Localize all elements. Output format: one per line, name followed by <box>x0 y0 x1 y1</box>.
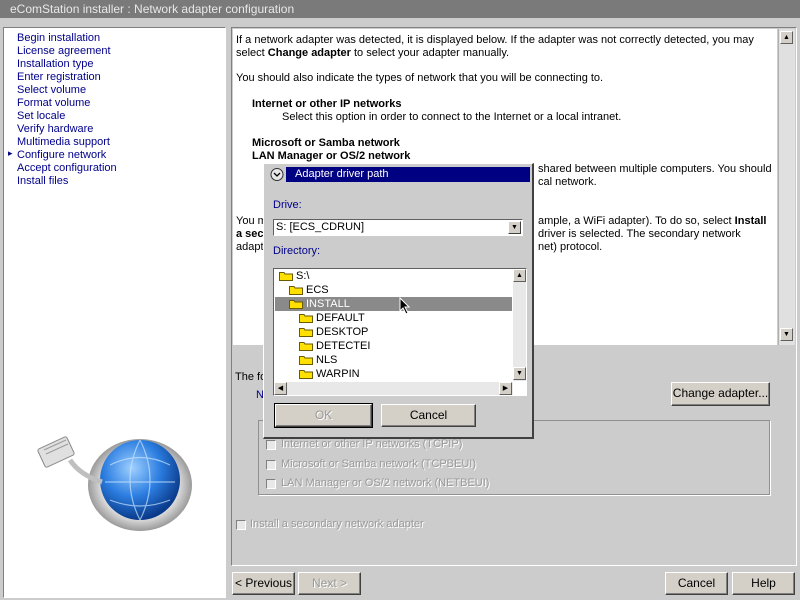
shared-text-line1: shared between multiple computers. You s… <box>538 163 772 175</box>
directory-list[interactable]: S:\ ECS INSTALL DEFAULT DESKTOP DETECTEI NLS WA… <box>273 268 527 396</box>
dialog-system-menu-icon[interactable] <box>268 167 286 182</box>
drive-label: Drive: <box>273 199 302 211</box>
tcpbeui-checkbox[interactable] <box>266 460 276 470</box>
tcpbeui-label: Microsoft or Samba network (TCPBEUI) <box>281 458 476 470</box>
step-format-volume[interactable]: Format volume <box>17 97 90 109</box>
secondary-text-line3: net) protocol. <box>538 241 603 253</box>
next-button[interactable]: Next > <box>298 572 361 595</box>
tcpip-label: Internet or other IP networks (TCPIP) <box>281 438 463 450</box>
help-button[interactable]: Help <box>732 572 795 595</box>
directory-item[interactable]: INSTALL <box>275 297 512 311</box>
lm-network-heading: LAN Manager or OS/2 network <box>252 150 411 162</box>
step-verify-hardware[interactable]: Verify hardware <box>17 123 93 135</box>
step-multimedia-support[interactable]: Multimedia support <box>17 136 110 148</box>
network-types-text: You should also indicate the types of ne… <box>236 72 604 84</box>
secondary-adapter-label: Install a secondary network adapter <box>250 518 424 530</box>
dir-scroll-down-button[interactable]: ▼ <box>513 367 526 380</box>
window-title: eComStation installer : Network adapter … <box>0 0 800 18</box>
directory-item[interactable]: DEFAULT <box>275 311 512 325</box>
drive-value: S: [ECS_CDRUN] <box>276 221 365 233</box>
secondary-text-fragment2: a sec <box>236 228 264 240</box>
ip-networks-desc: Select this option in order to connect t… <box>282 111 622 123</box>
directory-item[interactable]: DESKTOP <box>275 325 512 339</box>
directory-item[interactable]: S:\ <box>275 269 512 283</box>
shared-text-line2: cal network. <box>538 176 597 188</box>
current-step-marker: ▸ <box>8 148 13 158</box>
dialog-cancel-button[interactable]: Cancel <box>381 404 476 427</box>
folder-icon <box>299 370 313 379</box>
dir-scroll-up-button[interactable]: ▲ <box>513 269 526 282</box>
dialog-title: Adapter driver path <box>268 167 530 182</box>
directory-name: NLS <box>316 354 338 366</box>
tcpip-checkbox[interactable] <box>266 440 276 450</box>
secondary-text-line1: ample, a WiFi adapter). To do so, select… <box>538 215 767 227</box>
drive-select[interactable]: S: [ECS_CDRUN] ▼ <box>273 219 523 236</box>
open-folder-icon <box>279 272 293 281</box>
drive-dropdown-icon[interactable]: ▼ <box>508 221 521 234</box>
ip-networks-heading: Internet or other IP networks <box>252 98 402 110</box>
step-accept-configuration[interactable]: Accept configuration <box>17 162 117 174</box>
directory-item[interactable]: ECS <box>275 283 512 297</box>
directory-label: Directory: <box>273 245 321 257</box>
intro-text-line1: If a network adapter was detected, it is… <box>236 34 754 46</box>
directory-name: DEFAULT <box>316 312 365 324</box>
directory-name: DESKTOP <box>316 326 369 338</box>
step-enter-registration[interactable]: Enter registration <box>17 71 101 83</box>
step-license-agreement[interactable]: License agreement <box>17 45 111 57</box>
step-set-locale[interactable]: Set locale <box>17 110 65 122</box>
step-installation-type[interactable]: Installation type <box>17 58 93 70</box>
previous-button[interactable]: < Previous <box>232 572 295 595</box>
directory-item[interactable]: NLS <box>275 353 512 367</box>
detected-adapter-label: The fo <box>235 371 267 383</box>
step-install-files[interactable]: Install files <box>17 175 68 187</box>
directory-name: S:\ <box>296 270 310 282</box>
folder-icon <box>299 356 313 365</box>
directory-name: DETECTEI <box>316 340 371 352</box>
step-select-volume[interactable]: Select volume <box>17 84 86 96</box>
content-scrollbar[interactable]: ▲ ▼ <box>778 29 795 345</box>
directory-item[interactable]: DETECTEI <box>275 339 512 353</box>
dir-scroll-left-button[interactable]: ◀ <box>274 382 287 395</box>
cancel-button[interactable]: Cancel <box>665 572 728 595</box>
directory-vscrollbar[interactable]: ▲ ▼ <box>513 269 526 381</box>
netbeui-label: LAN Manager or OS/2 network (NETBEUI) <box>281 477 490 489</box>
scroll-up-button[interactable]: ▲ <box>780 31 793 44</box>
secondary-text-line2: driver is selected. The secondary networ… <box>538 228 741 240</box>
netbeui-checkbox[interactable] <box>266 479 276 489</box>
folder-icon <box>299 342 313 351</box>
folder-icon <box>299 328 313 337</box>
step-configure-network[interactable]: Configure network <box>17 149 106 161</box>
scroll-down-button[interactable]: ▼ <box>780 328 793 341</box>
directory-name: WARPIN <box>316 368 360 380</box>
open-folder-icon <box>289 286 303 295</box>
change-adapter-button[interactable]: Change adapter... <box>671 382 770 406</box>
folder-icon <box>299 314 313 323</box>
directory-name: ECS <box>306 284 329 296</box>
dir-scroll-right-button[interactable]: ▶ <box>499 382 512 395</box>
dialog-ok-button[interactable]: OK <box>274 403 373 428</box>
network-globe-illustration <box>30 420 200 540</box>
directory-item[interactable]: WARPIN <box>275 367 512 381</box>
directory-hscrollbar[interactable]: ◀ ▶ <box>274 382 513 395</box>
directory-name: INSTALL <box>306 298 350 310</box>
step-begin-installation[interactable]: Begin installation <box>17 32 100 44</box>
mouse-pointer-icon <box>399 297 411 315</box>
ms-network-heading: Microsoft or Samba network <box>252 137 400 149</box>
intro-text-line2: select Change adapter to select your ada… <box>236 47 510 59</box>
secondary-adapter-checkbox[interactable] <box>236 520 246 530</box>
secondary-text-fragment3: adapt <box>236 241 264 253</box>
open-folder-icon <box>289 300 303 309</box>
adapter-driver-path-dialog: Adapter driver path Drive: S: [ECS_CDRUN… <box>263 163 534 439</box>
